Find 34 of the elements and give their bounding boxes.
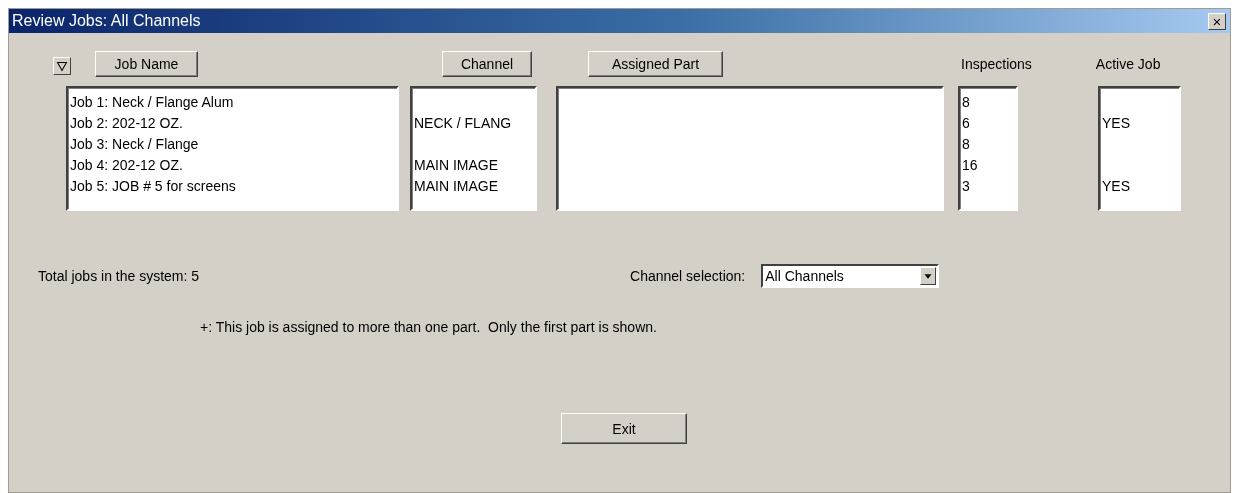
job-name[interactable]: Job 2: 202-12 OZ. [70,113,183,134]
active-status[interactable]: YES [1102,113,1130,134]
active-job-header: Active Job [1095,54,1161,74]
inspection-count[interactable]: 8 [962,92,970,113]
inspection-count[interactable]: 6 [962,113,970,134]
close-button[interactable]: × [1208,12,1226,30]
total-jobs-text: Total jobs in the system: 5 [38,266,200,286]
inspections-header: Inspections [961,54,1032,74]
channel-selection-label: Channel selection: [630,266,746,286]
job-name[interactable]: Job 3: Neck / Flange [70,134,199,155]
window-title: Review Jobs: All Channels [12,11,201,31]
list-box[interactable]: NECK / FLANG MAIN IMAGE MAIN IMAGE [410,86,537,211]
job-name[interactable]: Job 4: 202-12 OZ. [70,155,183,176]
note-text: +: This job is assigned to more than one part. Only the first part is shown. [200,319,657,335]
job-name[interactable]: Job 1: Neck / Flange Alum [70,92,234,113]
channel-name[interactable]: MAIN IMAGE [414,155,498,176]
inspection-count[interactable]: 16 [962,155,978,176]
list-box[interactable]: 8 6 8 16 3 [958,86,1018,211]
channel-header-button[interactable]: Channel [442,51,532,77]
job-name[interactable]: Job 5: JOB # 5 for screens [70,176,236,197]
active-status[interactable]: YES [1102,176,1130,197]
filter-icon[interactable] [53,57,71,75]
list-box[interactable] [556,86,944,211]
inspection-count[interactable]: 8 [962,134,970,155]
exit-button[interactable]: Exit [561,413,687,444]
list-box[interactable]: Job 1: Neck / Flange Alum Job 2: 202-12 OZ. Job 3: Neck / Flange Job 4: 202-12 OZ. Job 5: JOB # 5 for screens [66,86,399,211]
caret-icon [920,267,937,285]
channel-dropdown[interactable]: All Channels [761,264,940,288]
assigned-part-header-button[interactable]: Assigned Part [588,51,723,77]
list-box[interactable]: YES YES [1098,86,1181,211]
inspection-count[interactable]: 3 [962,176,970,197]
job-name-header-button[interactable]: Job Name [95,51,198,77]
channel-name[interactable]: MAIN IMAGE [414,176,498,197]
channel-name[interactable]: NECK / FLANG [414,113,512,134]
